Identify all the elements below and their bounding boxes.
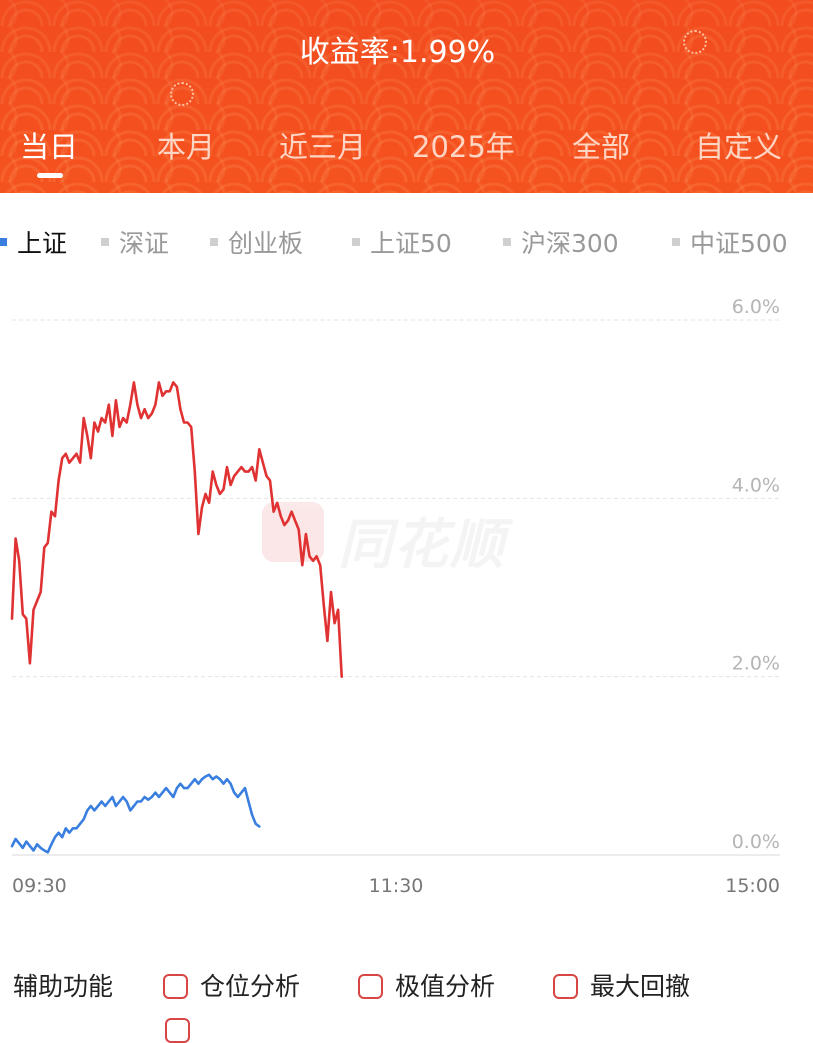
- x-tick-label: 11:30: [369, 875, 424, 897]
- index-tab-label: 中证500: [690, 229, 788, 258]
- checkbox-icon: [553, 973, 578, 999]
- index-return-line: [10, 773, 261, 854]
- y-tick-label: 4.0%: [732, 474, 780, 496]
- loading-spinner-icon: [170, 82, 194, 106]
- tab-this-month[interactable]: 本月: [157, 124, 215, 166]
- index-tab-label: 上证: [17, 229, 68, 258]
- legend-square-icon: [503, 238, 511, 246]
- tab-year-2025[interactable]: 2025年: [412, 124, 515, 166]
- checkbox-icon: [358, 973, 383, 999]
- checkbox-label: 极值分析: [395, 972, 496, 1001]
- index-tab-shanghai[interactable]: 上证: [0, 224, 67, 260]
- checkbox-icon: [163, 973, 188, 999]
- tab-all[interactable]: 全部: [572, 124, 630, 166]
- y-tick-label: 6.0%: [732, 296, 780, 318]
- index-tab-label: 上证50: [370, 229, 452, 258]
- legend-square-icon: [672, 238, 680, 246]
- index-tab-shenzhen[interactable]: 深证: [101, 224, 169, 260]
- portfolio-return-line: [10, 381, 344, 679]
- active-tab-indicator: [37, 173, 63, 178]
- legend-square-icon: [210, 238, 218, 246]
- position-analysis-checkbox[interactable]: 仓位分析: [163, 967, 300, 1003]
- tab-three-months[interactable]: 近三月: [279, 124, 366, 166]
- x-tick-label: 15:00: [725, 875, 780, 897]
- loading-spinner-icon: [683, 30, 707, 54]
- header-banner: 收益率:1.99% 当日 本月 近三月 2025年 全部 自定义: [0, 0, 813, 193]
- y-tick-label: 2.0%: [732, 653, 780, 675]
- tab-custom[interactable]: 自定义: [695, 124, 782, 166]
- index-tab-chinext[interactable]: 创业板: [210, 224, 303, 260]
- index-tab-label: 沪深300: [521, 229, 619, 258]
- index-tab-label: 创业板: [228, 229, 304, 258]
- partial-checkbox-icon[interactable]: [165, 1018, 190, 1043]
- return-rate-title: 收益率:1.99%: [299, 35, 496, 70]
- return-chart[interactable]: 6.0% 4.0% 2.0% 0.0% 09:30 11:30 15:00: [0, 290, 813, 900]
- checkbox-label: 最大回撤: [590, 972, 691, 1001]
- tab-today[interactable]: 当日: [20, 124, 78, 166]
- index-tab-csi500[interactable]: 中证500: [672, 224, 788, 260]
- y-tick-label: 0.0%: [732, 831, 780, 853]
- index-tab-sse50[interactable]: 上证50: [352, 224, 452, 260]
- extreme-analysis-checkbox[interactable]: 极值分析: [358, 967, 495, 1003]
- index-tab-label: 深证: [119, 229, 170, 258]
- x-tick-label: 09:30: [12, 875, 67, 897]
- aux-functions-label: 辅助功能: [13, 972, 114, 1001]
- checkbox-label: 仓位分析: [200, 972, 301, 1001]
- legend-square-icon: [101, 238, 109, 246]
- legend-square-icon: [0, 238, 7, 246]
- legend-square-icon: [352, 238, 360, 246]
- index-tab-csi300[interactable]: 沪深300: [503, 224, 619, 260]
- max-drawdown-checkbox[interactable]: 最大回撤: [553, 967, 690, 1003]
